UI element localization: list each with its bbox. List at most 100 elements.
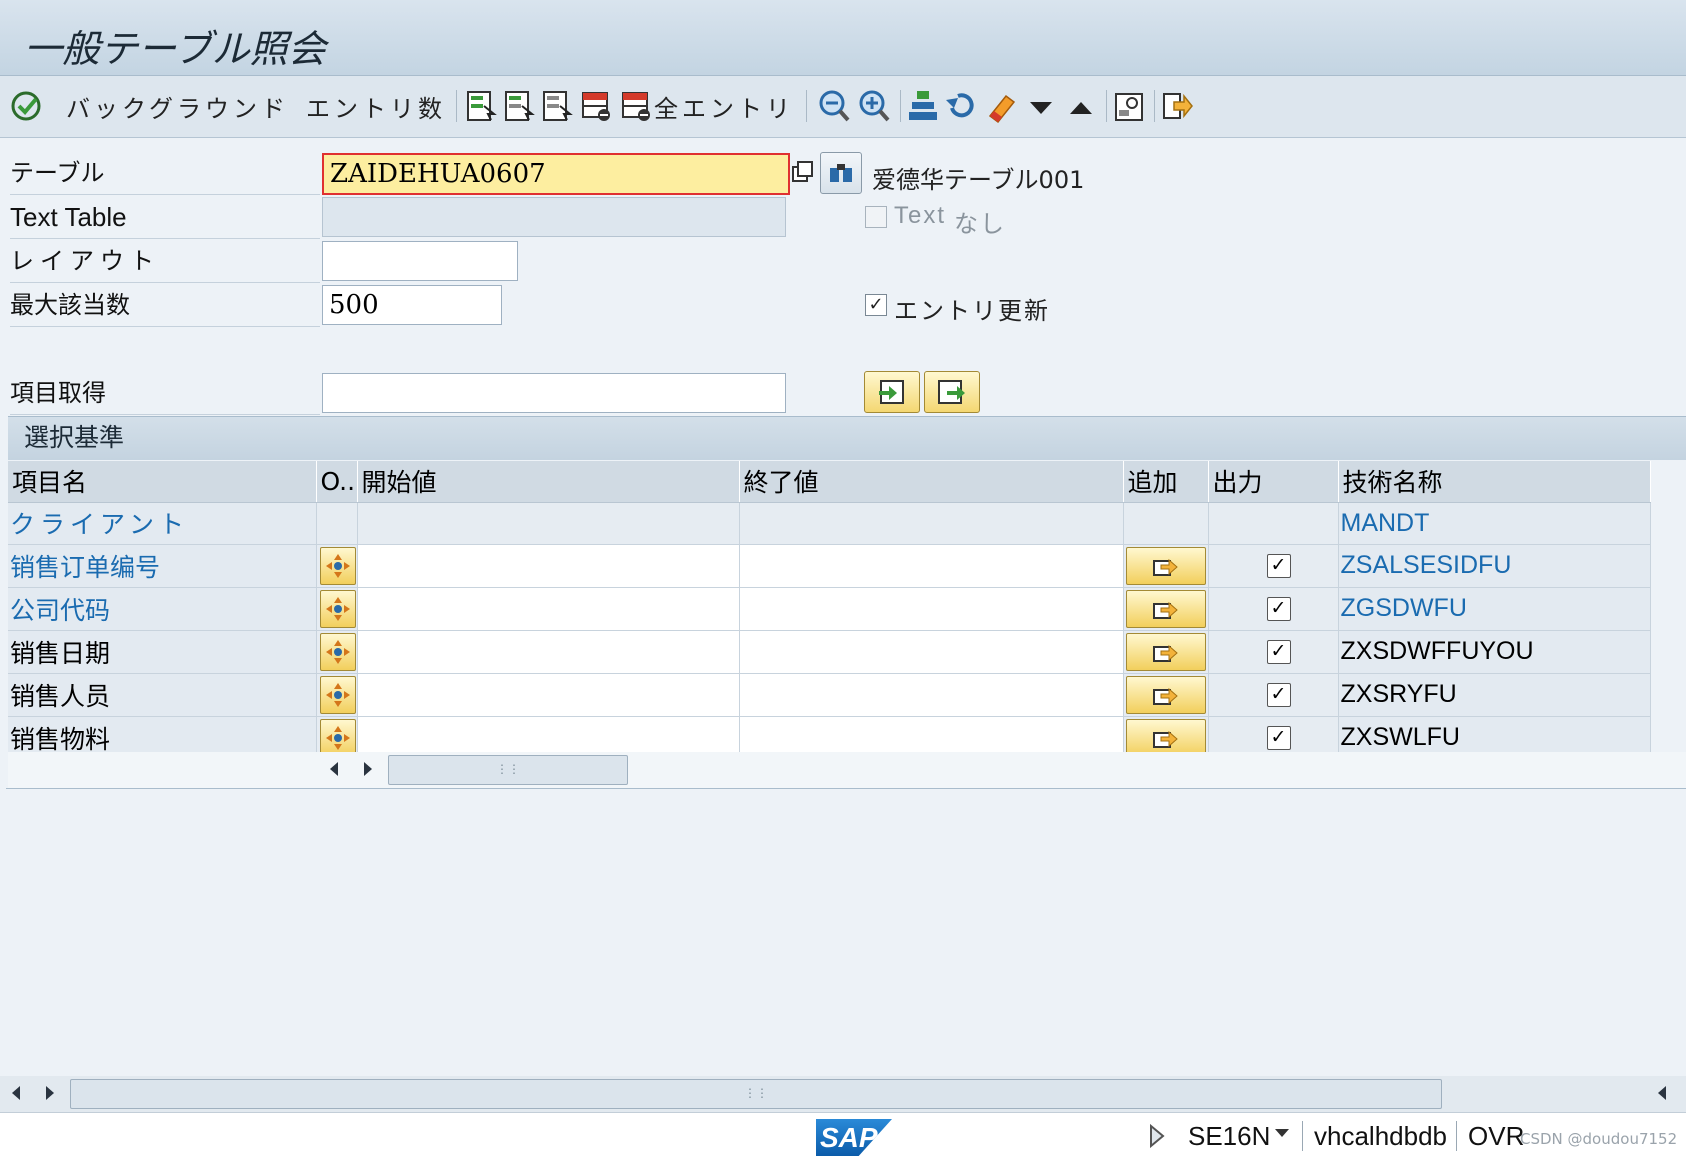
change-layout-icon[interactable] bbox=[502, 88, 536, 124]
sort-descending-icon[interactable] bbox=[1024, 88, 1058, 124]
table-header-row: 項目名 O.. 開始値 終了値 追加 出力 技術名称 bbox=[8, 461, 1651, 503]
column-header-option[interactable]: O.. bbox=[316, 461, 358, 503]
entry-update-checkbox[interactable]: ✓ bbox=[865, 294, 887, 316]
column-header-more[interactable]: 追加 bbox=[1123, 461, 1209, 503]
to-value-input[interactable] bbox=[739, 544, 1124, 588]
display-table-button[interactable] bbox=[820, 152, 862, 194]
table-scroll-left-icon[interactable] bbox=[330, 762, 338, 776]
selection-option-button[interactable] bbox=[319, 632, 356, 671]
selection-option-button[interactable] bbox=[319, 546, 356, 585]
multiple-selection-button[interactable] bbox=[1125, 589, 1206, 628]
output-checkbox[interactable]: ✓ bbox=[1266, 596, 1291, 621]
layout-input[interactable] bbox=[322, 241, 518, 281]
selection-option-button[interactable] bbox=[319, 718, 356, 757]
field-name-cell[interactable]: 公司代码 bbox=[8, 587, 317, 631]
technical-name-cell[interactable]: MANDT bbox=[1338, 502, 1651, 545]
sort-ascending-icon[interactable] bbox=[1064, 88, 1098, 124]
table-name-input[interactable]: ZAIDEHUA0607 bbox=[322, 153, 790, 195]
settings-icon[interactable] bbox=[1112, 88, 1146, 124]
from-value-input[interactable] bbox=[357, 587, 740, 631]
import-fields-button[interactable] bbox=[864, 371, 920, 413]
to-value-input[interactable] bbox=[739, 587, 1124, 631]
column-header-to-value[interactable]: 終了値 bbox=[739, 461, 1124, 503]
multiple-selection-button[interactable] bbox=[1125, 718, 1206, 757]
to-value-cell bbox=[739, 502, 1124, 545]
status-expand-icon[interactable] bbox=[1148, 1123, 1166, 1149]
selection-option-button[interactable] bbox=[319, 589, 356, 628]
option-cell bbox=[316, 544, 358, 588]
technical-name-cell[interactable]: ZSALSESIDFU bbox=[1338, 544, 1651, 588]
binoculars-icon bbox=[830, 164, 852, 182]
multiple-selection-button[interactable] bbox=[1125, 632, 1206, 671]
output-cell bbox=[1208, 502, 1339, 545]
toolbar-separator bbox=[1154, 90, 1155, 122]
output-cell: ✓ bbox=[1208, 630, 1339, 674]
window-scroll-end-icon[interactable] bbox=[1658, 1086, 1666, 1100]
selection-option-icon bbox=[325, 639, 350, 664]
technical-name-cell: ZXSDWFFUYOU bbox=[1338, 630, 1651, 674]
multiple-selection-icon bbox=[1152, 601, 1178, 619]
field-name-cell: 销售日期 bbox=[8, 630, 317, 674]
column-header-from-value[interactable]: 開始値 bbox=[357, 461, 740, 503]
table-row: 公司代码 ✓ ZGSDWFU bbox=[8, 587, 1651, 631]
more-cell bbox=[1123, 630, 1209, 674]
table-scrollbar-thumb[interactable]: ⋮⋮ bbox=[388, 755, 628, 785]
from-value-input[interactable] bbox=[357, 673, 740, 717]
to-value-input[interactable] bbox=[739, 673, 1124, 717]
background-button[interactable]: バックグラウンド bbox=[66, 86, 289, 126]
export-icon[interactable] bbox=[1160, 88, 1194, 124]
zoom-in-icon[interactable] bbox=[858, 88, 892, 124]
window-scrollbar-thumb[interactable]: ⋮⋮ bbox=[70, 1079, 1442, 1109]
selection-option-icon bbox=[325, 596, 350, 621]
table-scrollbar-track bbox=[8, 752, 1686, 788]
output-checkbox[interactable]: ✓ bbox=[1266, 639, 1291, 664]
column-header-output[interactable]: 出力 bbox=[1208, 461, 1339, 503]
output-cell: ✓ bbox=[1208, 544, 1339, 588]
table-row: 销售订单编号 ✓ ZSALSESIDFU bbox=[8, 544, 1651, 588]
window-scroll-right-icon[interactable] bbox=[46, 1086, 54, 1100]
export-fields-button[interactable] bbox=[924, 371, 980, 413]
hierarchy-icon[interactable] bbox=[906, 88, 940, 124]
table-row: 销售人员 ✓ ZXSRYFU bbox=[8, 673, 1651, 717]
chevron-down-icon[interactable] bbox=[1274, 1127, 1290, 1139]
output-cell: ✓ bbox=[1208, 587, 1339, 631]
delete-all-icon[interactable] bbox=[620, 88, 654, 124]
to-value-input[interactable] bbox=[739, 630, 1124, 674]
multiple-selection-button[interactable] bbox=[1125, 546, 1206, 585]
field-name-cell[interactable]: 销售订单编号 bbox=[8, 544, 317, 588]
more-cell bbox=[1123, 544, 1209, 588]
technical-name-cell[interactable]: ZGSDWFU bbox=[1338, 587, 1651, 631]
field-name-cell: 销售人员 bbox=[8, 673, 317, 717]
window-scroll-left-icon[interactable] bbox=[12, 1086, 20, 1100]
field-name-cell[interactable]: クライアント bbox=[8, 502, 317, 545]
output-checkbox[interactable]: ✓ bbox=[1266, 682, 1291, 707]
eraser-icon[interactable] bbox=[984, 88, 1018, 124]
save-layout-icon[interactable] bbox=[540, 88, 574, 124]
toolbar-separator bbox=[806, 90, 807, 122]
column-header-field-name[interactable]: 項目名 bbox=[8, 461, 317, 503]
option-cell bbox=[316, 630, 358, 674]
selection-option-button[interactable] bbox=[319, 675, 356, 714]
execute-icon[interactable] bbox=[10, 88, 44, 124]
more-cell bbox=[1123, 587, 1209, 631]
zoom-out-icon[interactable] bbox=[818, 88, 852, 124]
undo-icon[interactable] bbox=[944, 88, 978, 124]
from-value-input[interactable] bbox=[357, 630, 740, 674]
all-entries-button[interactable]: 全エントリ bbox=[654, 86, 794, 126]
output-checkbox[interactable]: ✓ bbox=[1266, 725, 1291, 750]
table-scroll-right-icon[interactable] bbox=[364, 762, 372, 776]
entry-update-label: エントリ更新 bbox=[894, 297, 1050, 325]
multiple-selection-button[interactable] bbox=[1125, 675, 1206, 714]
field-get-input[interactable] bbox=[322, 373, 786, 413]
multiple-selection-icon bbox=[1152, 687, 1178, 705]
entry-count-button[interactable]: エントリ数 bbox=[306, 86, 446, 126]
select-layout-icon[interactable] bbox=[464, 88, 498, 124]
column-header-technical-name[interactable]: 技術名称 bbox=[1338, 461, 1651, 503]
delete-row-icon[interactable] bbox=[580, 88, 614, 124]
output-checkbox[interactable]: ✓ bbox=[1266, 553, 1291, 578]
max-hits-input[interactable]: 500 bbox=[322, 285, 502, 325]
from-value-input[interactable] bbox=[357, 544, 740, 588]
text-checkbox-label: Text bbox=[894, 202, 947, 229]
text-table-label: Text Table bbox=[10, 197, 320, 239]
value-help-icon[interactable] bbox=[790, 158, 816, 188]
